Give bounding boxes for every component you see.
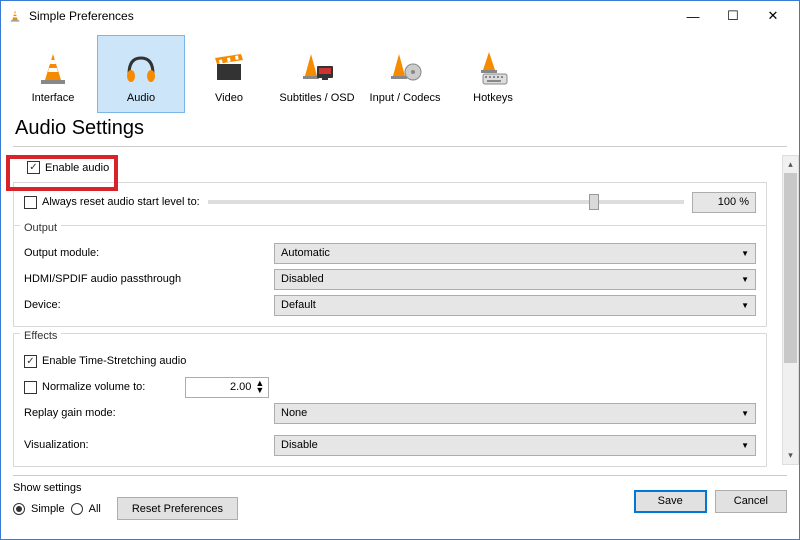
- tab-label: Hotkeys: [473, 92, 513, 104]
- replay-gain-label: Replay gain mode:: [24, 407, 274, 419]
- chevron-down-icon: ▼: [741, 249, 749, 258]
- settings-content: ✓ Enable audio Always reset audio start …: [1, 151, 799, 471]
- timestretch-row: ✓ Enable Time-Stretching audio: [24, 355, 186, 368]
- scroll-up-arrow[interactable]: ▴: [783, 156, 798, 173]
- tab-video[interactable]: Video: [185, 35, 273, 113]
- cone-monitor-icon: [293, 44, 341, 92]
- volume-slider[interactable]: [208, 200, 684, 204]
- enable-audio-row: ✓ Enable audio: [13, 151, 787, 182]
- minimize-button[interactable]: —: [673, 2, 713, 30]
- simple-radio-label: Simple: [31, 503, 65, 515]
- vertical-scrollbar[interactable]: ▴ ▾: [782, 155, 799, 465]
- show-settings-group: Show settings Simple All Reset Preferenc…: [13, 482, 238, 520]
- show-settings-title: Show settings: [13, 482, 238, 494]
- footer: Show settings Simple All Reset Preferenc…: [13, 475, 787, 520]
- save-button[interactable]: Save: [634, 490, 707, 513]
- chevron-down-icon: ▼: [741, 275, 749, 284]
- tab-hotkeys[interactable]: Hotkeys: [449, 35, 537, 113]
- tab-subtitles[interactable]: Subtitles / OSD: [273, 35, 361, 113]
- tab-audio[interactable]: Audio: [97, 35, 185, 113]
- all-radio-label: All: [89, 503, 101, 515]
- cone-keyboard-icon: [469, 44, 517, 92]
- title-bar: Simple Preferences — ☐ ✕: [1, 1, 799, 31]
- chevron-down-icon: ▼: [741, 301, 749, 310]
- app-icon: [7, 8, 23, 24]
- cone-disc-icon: [381, 44, 429, 92]
- page-title: Audio Settings: [1, 113, 799, 142]
- timestretch-label: Enable Time-Stretching audio: [42, 355, 186, 367]
- simple-radio[interactable]: [13, 503, 25, 515]
- visualization-label: Visualization:: [24, 439, 274, 451]
- effects-group: Effects ✓ Enable Time-Stretching audio N…: [13, 333, 767, 467]
- divider: [13, 146, 787, 147]
- tab-interface[interactable]: Interface: [9, 35, 97, 113]
- tab-label: Audio: [127, 92, 155, 104]
- tab-input-codecs[interactable]: Input / Codecs: [361, 35, 449, 113]
- tab-label: Input / Codecs: [370, 92, 441, 104]
- maximize-button[interactable]: ☐: [713, 2, 753, 30]
- highlight-annotation: [6, 155, 118, 191]
- clapperboard-icon: [205, 44, 253, 92]
- chevron-down-icon: ▼: [741, 441, 749, 450]
- tab-label: Interface: [32, 92, 75, 104]
- tab-label: Subtitles / OSD: [279, 92, 354, 104]
- visualization-dropdown[interactable]: Disable ▼: [274, 435, 756, 456]
- close-button[interactable]: ✕: [753, 2, 793, 30]
- scroll-down-arrow[interactable]: ▾: [783, 447, 798, 464]
- output-module-dropdown[interactable]: Automatic ▼: [274, 243, 756, 264]
- timestretch-checkbox[interactable]: ✓: [24, 355, 37, 368]
- cancel-button[interactable]: Cancel: [715, 490, 787, 513]
- output-group: Output Output module: Automatic ▼ HDMI/S…: [13, 225, 767, 327]
- volume-group: Always reset audio start level to: 100 %: [13, 182, 767, 225]
- window-title: Simple Preferences: [29, 9, 673, 23]
- normalize-value-input[interactable]: 2.00 ▲▼: [185, 377, 269, 398]
- reset-level-checkbox[interactable]: [24, 196, 37, 209]
- spinner-icon[interactable]: ▲▼: [255, 380, 264, 394]
- device-label: Device:: [24, 299, 274, 311]
- chevron-down-icon: ▼: [741, 409, 749, 418]
- device-dropdown[interactable]: Default ▼: [274, 295, 756, 316]
- headphones-icon: [117, 44, 165, 92]
- normalize-row: Normalize volume to:: [24, 381, 145, 394]
- volume-percent-box[interactable]: 100 %: [692, 192, 756, 213]
- slider-thumb[interactable]: [589, 194, 599, 210]
- category-toolbar: Interface Audio Video Subtitles / OSD In…: [1, 31, 799, 113]
- replay-gain-dropdown[interactable]: None ▼: [274, 403, 756, 424]
- effects-group-title: Effects: [20, 330, 61, 342]
- reset-level-row: Always reset audio start level to:: [24, 196, 200, 209]
- output-module-label: Output module:: [24, 247, 274, 259]
- normalize-label: Normalize volume to:: [42, 381, 145, 393]
- output-group-title: Output: [20, 222, 61, 234]
- passthrough-dropdown[interactable]: Disabled ▼: [274, 269, 756, 290]
- reset-preferences-button[interactable]: Reset Preferences: [117, 497, 238, 520]
- cone-icon: [29, 44, 77, 92]
- passthrough-label: HDMI/SPDIF audio passthrough: [24, 273, 274, 285]
- all-radio[interactable]: [71, 503, 83, 515]
- tab-label: Video: [215, 92, 243, 104]
- scrollbar-thumb[interactable]: [784, 173, 797, 363]
- reset-level-label: Always reset audio start level to:: [42, 196, 200, 208]
- normalize-checkbox[interactable]: [24, 381, 37, 394]
